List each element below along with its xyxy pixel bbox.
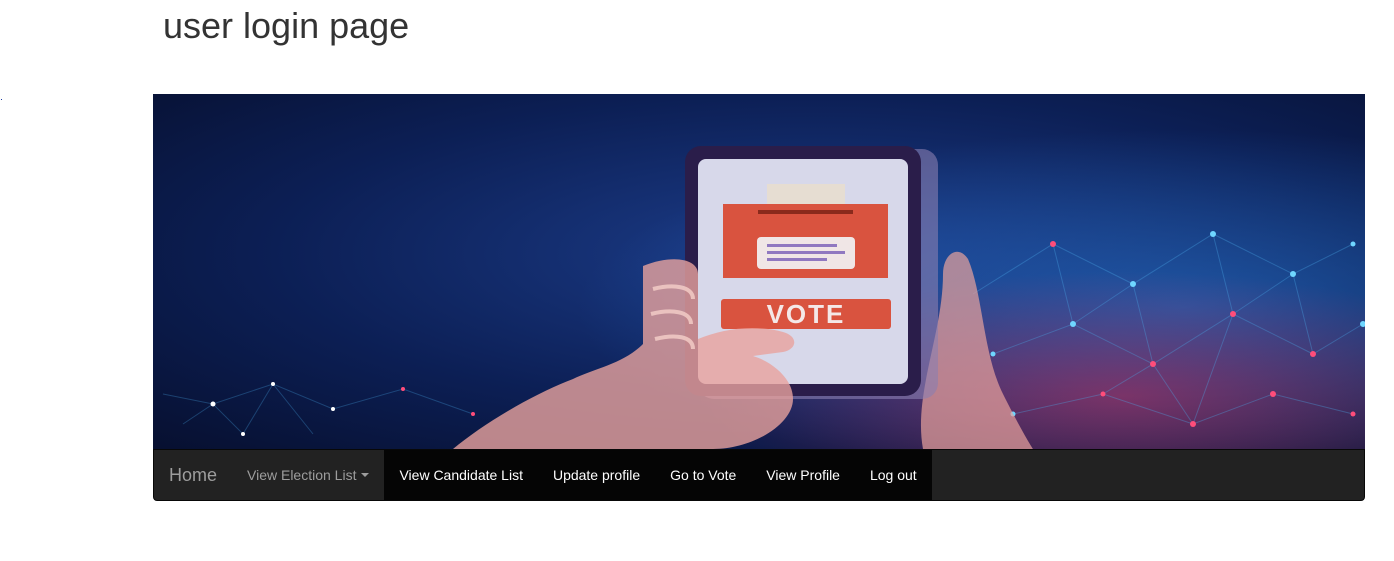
page-title: user login page (163, 5, 410, 46)
log-out-link[interactable]: Log out (855, 450, 932, 500)
view-election-list-label: View Election List (247, 467, 357, 483)
view-election-list-dropdown[interactable]: View Election List (232, 450, 384, 500)
caret-down-icon (361, 473, 370, 477)
nav-links-group: View Candidate List Update profile Go to… (384, 450, 932, 500)
banner-image: VOTE (153, 94, 1365, 449)
home-link[interactable]: Home (154, 450, 232, 500)
view-profile-link[interactable]: View Profile (751, 450, 855, 500)
view-candidate-list-link[interactable]: View Candidate List (384, 450, 537, 500)
stray-dot (1, 99, 2, 100)
main-navbar: Home View Election List View Candidate L… (153, 449, 1365, 501)
update-profile-link[interactable]: Update profile (538, 450, 655, 500)
vote-label: VOTE (767, 299, 846, 329)
go-to-vote-link[interactable]: Go to Vote (655, 450, 751, 500)
